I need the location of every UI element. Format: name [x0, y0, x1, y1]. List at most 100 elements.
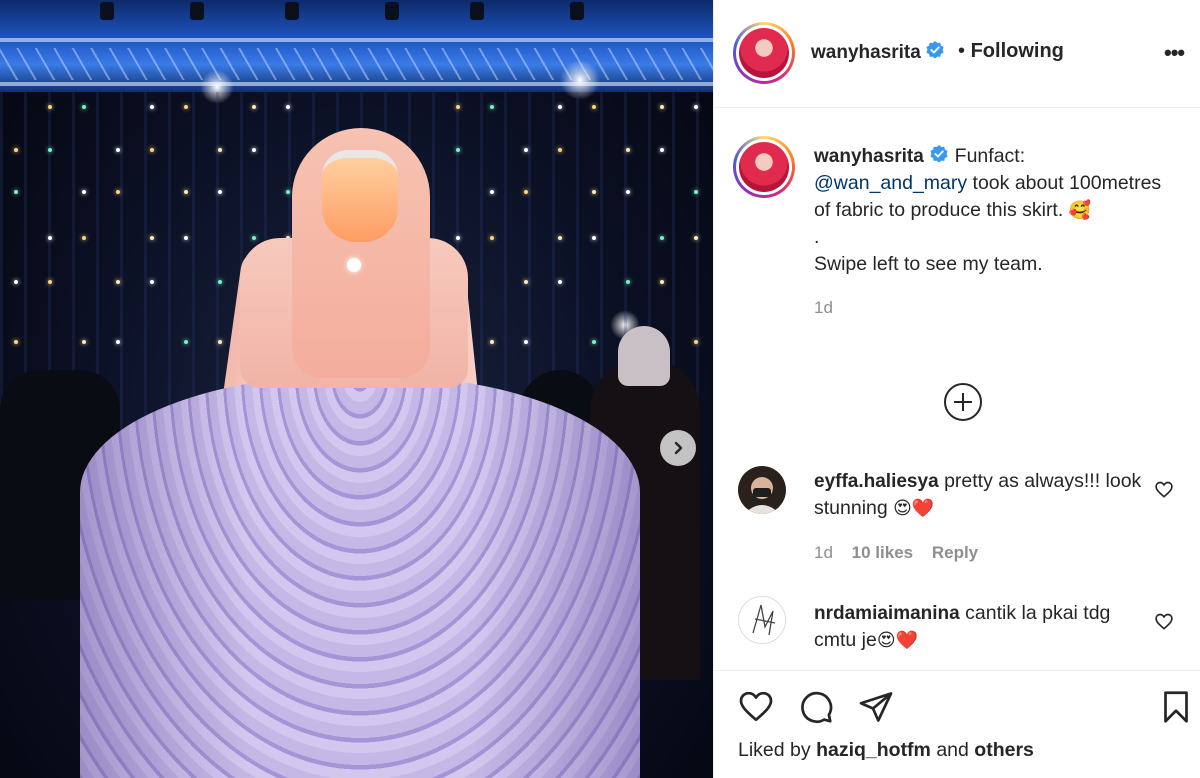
- stage-light-dot: [82, 340, 86, 344]
- stage-light-dot: [252, 105, 256, 109]
- caption-dot: .: [814, 226, 820, 248]
- stage-light-dot: [252, 236, 256, 240]
- stage-light-dot: [82, 190, 86, 194]
- comment-emoji: 😍❤️: [893, 498, 935, 519]
- stage-light-dot: [558, 280, 562, 284]
- commenter-username[interactable]: nrdamiaimanina: [814, 603, 960, 624]
- stage-light-dot: [524, 148, 528, 152]
- stage-light-dot: [660, 105, 664, 109]
- following-button[interactable]: Following: [971, 40, 1064, 62]
- comment-timestamp[interactable]: 1d: [814, 543, 833, 562]
- comment-like-heart-icon[interactable]: [1154, 480, 1174, 500]
- stage-truss: [0, 0, 713, 92]
- commenter-avatar[interactable]: [738, 596, 786, 644]
- stage-light-dot: [48, 280, 52, 284]
- separator-dot: •: [958, 40, 966, 62]
- stage-light-dot: [524, 280, 528, 284]
- stage-light-dot: [626, 190, 630, 194]
- caption-author-avatar[interactable]: [733, 136, 795, 198]
- verified-badge-icon: [930, 145, 948, 163]
- stage-light-dot: [218, 148, 222, 152]
- stage-light-dot: [252, 148, 256, 152]
- stage-light-dot: [82, 236, 86, 240]
- comment-reply-button[interactable]: Reply: [932, 543, 978, 562]
- stage-light-dot: [48, 105, 52, 109]
- more-options-button[interactable]: •••: [1164, 40, 1185, 66]
- stage-light-dot: [456, 105, 460, 109]
- commenter-username[interactable]: eyffa.haliesya: [814, 471, 939, 492]
- stage-light-dot: [456, 236, 460, 240]
- author-avatar[interactable]: [733, 22, 795, 84]
- liked-prefix: Liked by: [738, 739, 811, 761]
- stage-light-dot: [116, 148, 120, 152]
- stage-light-dot: [694, 105, 698, 109]
- stage-light-dot: [558, 148, 562, 152]
- stage-light-dot: [660, 236, 664, 240]
- post-header: wanyhasrita • Following •••: [714, 0, 1200, 108]
- stage-light-dot: [116, 340, 120, 344]
- stage-light-dot: [150, 148, 154, 152]
- stage-light-dot: [490, 105, 494, 109]
- stage-light-dot: [490, 340, 494, 344]
- comment-icon[interactable]: [798, 689, 834, 725]
- liked-and: and: [936, 739, 969, 761]
- chevron-right-icon: [674, 441, 683, 455]
- commenter-avatar[interactable]: [738, 466, 786, 514]
- verified-badge-icon: [926, 41, 944, 59]
- stage-light-dot: [524, 340, 528, 344]
- post-side-panel: wanyhasrita • Following ••• wanyhasrita …: [713, 0, 1200, 778]
- stage-light-dot: [660, 148, 664, 152]
- stage-light-dot: [116, 190, 120, 194]
- liked-by-user-link[interactable]: haziq_hotfm: [816, 739, 931, 761]
- stage-light-dot: [218, 190, 222, 194]
- liked-others-link[interactable]: others: [974, 739, 1034, 761]
- stage-light-dot: [184, 190, 188, 194]
- stage-light-dot: [694, 236, 698, 240]
- load-more-comments-button[interactable]: [944, 383, 982, 421]
- stage-light-dot: [14, 190, 18, 194]
- stage-light-dot: [14, 280, 18, 284]
- stage-light-dot: [14, 148, 18, 152]
- stage-light-dot: [626, 280, 630, 284]
- stage-light-dot: [592, 340, 596, 344]
- stage-light-dot: [184, 105, 188, 109]
- stage-light-dot: [490, 190, 494, 194]
- stage-light-dot: [150, 280, 154, 284]
- stage-light-dot: [592, 236, 596, 240]
- stage-light-dot: [456, 148, 460, 152]
- stage-light-dot: [116, 280, 120, 284]
- stage-light-dot: [286, 190, 290, 194]
- stage-light-dot: [592, 105, 596, 109]
- stage-light-dot: [558, 236, 562, 240]
- brooch: [347, 258, 361, 272]
- post-caption: wanyhasrita Funfact: @wan_and_mary took …: [814, 143, 1164, 321]
- next-photo-button[interactable]: [660, 430, 696, 466]
- bookmark-icon[interactable]: [1158, 689, 1194, 725]
- stage-light-dot: [14, 340, 18, 344]
- stage-light-dot: [150, 105, 154, 109]
- post-photo[interactable]: [0, 0, 713, 778]
- comment-likes-count[interactable]: 10 likes: [852, 543, 913, 562]
- author-username[interactable]: wanyhasrita: [811, 42, 921, 63]
- stage-light-dot: [184, 236, 188, 240]
- caption-line2: Swipe left to see my team.: [814, 253, 1043, 275]
- caption-mention-link[interactable]: @wan_and_mary: [814, 172, 967, 194]
- stage-light-dot: [694, 190, 698, 194]
- stage-light-dot: [524, 190, 528, 194]
- liked-by-line: Liked by haziq_hotfm and others: [738, 739, 1034, 762]
- paper-plane-icon[interactable]: [858, 689, 894, 725]
- face-shield: [322, 150, 398, 242]
- stage-light-dot: [218, 340, 222, 344]
- comment-emoji: 😍❤️: [876, 630, 919, 651]
- stage-light-dot: [286, 105, 290, 109]
- stage-light-dot: [150, 236, 154, 240]
- stage-light-dot: [184, 340, 188, 344]
- comment-like-heart-icon[interactable]: [1154, 612, 1174, 632]
- stage-light-dot: [48, 148, 52, 152]
- stage-light-dot: [490, 236, 494, 240]
- stage-light-dot: [660, 280, 664, 284]
- caption-timestamp[interactable]: 1d: [814, 294, 1164, 321]
- stage-light-dot: [48, 236, 52, 240]
- heart-icon[interactable]: [738, 689, 774, 725]
- caption-author-username[interactable]: wanyhasrita: [814, 146, 924, 167]
